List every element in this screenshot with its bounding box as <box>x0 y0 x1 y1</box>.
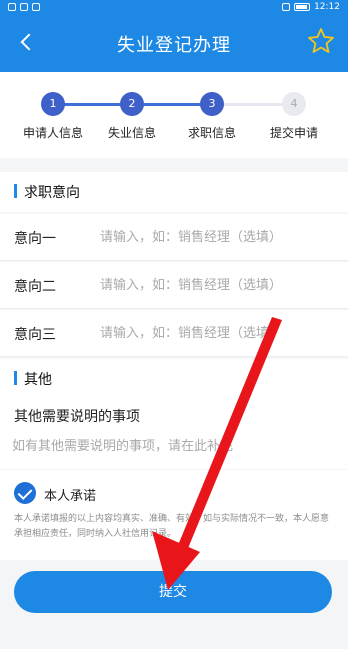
status-time: 12:12 <box>314 2 340 12</box>
step-2-circle: 2 <box>120 92 144 116</box>
promise-text: 本人承诺填报的以上内容均真实、准确、有效，如与实际情况不一致，本人愿意承担相应责… <box>14 514 330 539</box>
other-section: 其他 其他需要说明的事项 <box>0 359 348 469</box>
signal-icon <box>8 3 16 11</box>
promise-title: 本人承诺 <box>44 489 97 504</box>
intention-row-2: 意向二 <box>0 262 348 309</box>
other-title: 其他 <box>24 372 52 388</box>
status-right-icons: 12:12 <box>282 2 340 12</box>
wifi-icon <box>20 3 28 11</box>
step-2-label: 失业信息 <box>107 126 156 140</box>
section-accent-bar <box>14 371 17 385</box>
intention-2-input[interactable] <box>100 270 340 300</box>
job-intention-header: 求职意向 <box>0 172 348 212</box>
promise-checkbox-icon[interactable] <box>14 482 36 504</box>
intention-1-label: 意向一 <box>14 231 56 247</box>
step-3-circle: 3 <box>200 92 224 116</box>
page-title: 失业登记办理 <box>117 35 231 56</box>
bluetooth-icon <box>282 3 291 11</box>
promise-section: 本人承诺 本人承诺填报的以上内容均真实、准确、有效，如与实际情况不一致，本人愿意… <box>0 470 348 560</box>
intention-3-input[interactable] <box>100 318 340 348</box>
step-3-label: 求职信息 <box>187 126 236 140</box>
intention-3-label: 意向三 <box>14 327 56 343</box>
step-1-circle: 1 <box>41 92 65 116</box>
step-1-label: 申请人信息 <box>22 126 83 140</box>
intention-2-label: 意向二 <box>14 279 56 295</box>
intention-row-3: 意向三 <box>0 310 348 357</box>
submit-button[interactable]: 提交 <box>14 571 332 613</box>
step-4-circle: 4 <box>282 92 306 116</box>
intention-row-1: 意向一 <box>0 214 348 261</box>
app-header: 失业登记办理 <box>0 14 348 72</box>
other-notes-input[interactable] <box>12 431 342 461</box>
intention-1-input[interactable] <box>100 222 340 252</box>
progress-steps: 1 2 3 4 申请人信息 失业信息 求职信息 提交申请 <box>0 72 348 158</box>
step-4-label: 提交申请 <box>269 126 318 140</box>
other-subtitle: 其他需要说明的事项 <box>14 409 140 425</box>
job-intention-title: 求职意向 <box>24 185 80 201</box>
status-bar: 12:12 <box>0 0 348 14</box>
status-left-icons <box>8 3 40 11</box>
section-accent-bar <box>14 184 17 198</box>
battery-icon <box>294 3 311 11</box>
notification-icon <box>32 3 40 11</box>
other-header: 其他 <box>0 359 348 399</box>
star-outline-icon[interactable] <box>306 26 336 56</box>
